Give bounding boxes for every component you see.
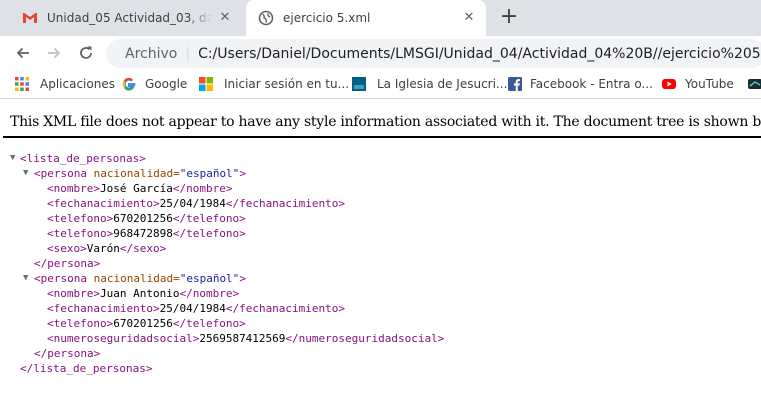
bookmark-facebook[interactable]: Facebook - Entra o... <box>507 75 653 93</box>
xml-element: <telefono>670201256</telefono> <box>47 211 246 226</box>
xml-style-notice: This XML file does not appear to have an… <box>10 114 761 130</box>
bookmark-label: Google <box>145 77 188 91</box>
xml-tag: </fechanacimiento> <box>225 302 346 315</box>
reload-button[interactable] <box>73 40 99 66</box>
url-separator: | <box>185 45 191 62</box>
collapse-triangle-icon[interactable]: ▼ <box>10 151 19 166</box>
tab-title: ejercicio 5.xml <box>283 11 371 25</box>
bookmark-church[interactable]: La Iglesia de Jesucri... <box>351 75 507 93</box>
xml-tag: </nombre> <box>172 182 233 195</box>
back-arrow-icon <box>16 47 29 59</box>
xml-tag: </lista_de_personas> <box>20 362 153 375</box>
bookmark-label: La Iglesia de Jesucri... <box>377 77 508 91</box>
xml-text: Varón <box>86 242 120 255</box>
xml-tag: <telefono> <box>47 317 114 330</box>
url-text[interactable]: C:/Users/Daniel/Documents/LMSGI/Unidad_0… <box>198 46 761 62</box>
forward-arrow-icon <box>48 47 61 59</box>
xml-text: 670201256 <box>113 317 173 330</box>
back-button[interactable] <box>10 40 36 66</box>
globe-icon <box>258 10 274 26</box>
tab-strip: Unidad_05 Actividad_03, daniel q ✕ ejerc… <box>0 0 761 36</box>
xml-tag: </numeroseguridadsocial> <box>285 332 445 345</box>
bookmark-youtube[interactable]: YouTube <box>661 75 734 93</box>
xml-tag: <lista_de_personas> <box>20 152 146 165</box>
xml-tag: <numeroseguridadsocial> <box>47 332 200 345</box>
xml-tag: </telefono> <box>172 212 246 225</box>
xml-tag: </persona> <box>34 257 101 270</box>
xml-text: 968472898 <box>113 227 173 240</box>
xml-text: Juan Antonio <box>99 287 180 300</box>
xml-text: 670201256 <box>113 212 173 225</box>
xml-attribute-name: nacionalidad= <box>86 272 180 285</box>
xml-tag: </fechanacimiento> <box>225 197 346 210</box>
divider <box>3 136 761 138</box>
bookmark-google[interactable]: Google <box>121 75 187 93</box>
xml-element: <telefono>968472898</telefono> <box>47 226 246 241</box>
church-icon <box>352 77 366 91</box>
xml-tag: <fechanacimiento> <box>47 197 160 210</box>
google-icon <box>122 77 136 91</box>
xml-viewer: This XML file does not appear to have an… <box>0 100 761 403</box>
url-scheme: Archivo <box>125 45 178 62</box>
xml-persona-open: <persona nacionalidad="español"> <box>34 166 246 181</box>
xml-tag: </sexo> <box>119 242 167 255</box>
xml-text: 2569587412569 <box>199 332 286 345</box>
collapse-triangle-icon[interactable]: ▼ <box>23 166 32 181</box>
new-tab-button[interactable]: + <box>498 6 520 29</box>
tab-title: Unidad_05 Actividad_03, daniel q <box>47 11 212 25</box>
xml-element: <fechanacimiento>25/04/1984</fechanacimi… <box>47 196 345 211</box>
xml-tag: </persona> <box>34 347 101 360</box>
xml-tag: <sexo> <box>47 242 87 255</box>
xml-element: <fechanacimiento>25/04/1984</fechanacimi… <box>47 301 345 316</box>
xml-text: José García <box>99 182 173 195</box>
apps-grid-icon <box>15 77 29 91</box>
tab-xml[interactable]: ejercicio 5.xml ✕ <box>246 0 486 36</box>
address-bar[interactable]: Archivo | C:/Users/Daniel/Documents/LMSG… <box>106 39 761 68</box>
close-tab-icon[interactable]: ✕ <box>216 9 234 27</box>
youtube-icon <box>662 79 676 89</box>
xml-persona-open: <persona nacionalidad="español"> <box>34 271 246 286</box>
xml-tag: > <box>239 167 246 180</box>
forward-button[interactable] <box>41 40 67 66</box>
xml-element: <nombre>José García</nombre> <box>47 181 232 196</box>
xml-attribute-value: "español" <box>179 167 240 180</box>
xml-element: <numeroseguridadsocial>2569587412569</nu… <box>47 331 444 346</box>
xml-tag: </telefono> <box>172 317 246 330</box>
xml-tag: </telefono> <box>172 227 246 240</box>
toolbar: Archivo | C:/Users/Daniel/Documents/LMSG… <box>0 36 761 69</box>
xml-tag: <persona <box>34 272 87 285</box>
xml-element: <nombre>Juan Antonio</nombre> <box>47 286 239 301</box>
bookmark-site-icon <box>748 79 761 89</box>
bookmark-label: YouTube <box>685 77 734 91</box>
facebook-icon <box>508 77 522 91</box>
microsoft-icon <box>199 77 213 91</box>
xml-tag: <persona <box>34 167 87 180</box>
close-tab-icon[interactable]: ✕ <box>460 9 478 27</box>
gmail-icon <box>23 13 37 23</box>
xml-attribute-name: nacionalidad= <box>86 167 180 180</box>
bookmark-label: Iniciar sesión en tu... <box>224 77 350 91</box>
xml-attribute-value: "español" <box>179 272 240 285</box>
bookmark-label: Facebook - Entra o... <box>530 77 653 91</box>
bookmark-overflow[interactable] <box>747 75 761 93</box>
xml-tag: <nombre> <box>47 182 100 195</box>
bookmarks-bar: Aplicaciones Google Iniciar sesión en tu… <box>0 69 761 99</box>
xml-tag: <nombre> <box>47 287 100 300</box>
xml-tag: > <box>239 272 246 285</box>
xml-element: <telefono>670201256</telefono> <box>47 316 246 331</box>
xml-tag: </nombre> <box>179 287 240 300</box>
collapse-triangle-icon[interactable]: ▼ <box>23 271 32 286</box>
reload-icon <box>80 46 92 59</box>
xml-tag: <telefono> <box>47 212 114 225</box>
bookmark-apps[interactable]: Aplicaciones <box>14 75 115 93</box>
xml-element: <sexo>Varón</sexo> <box>47 241 166 256</box>
xml-text: 25/04/1984 <box>159 197 226 210</box>
xml-tag: <telefono> <box>47 227 114 240</box>
xml-text: 25/04/1984 <box>159 302 226 315</box>
xml-tag: <fechanacimiento> <box>47 302 160 315</box>
tab-gmail[interactable]: Unidad_05 Actividad_03, daniel q ✕ <box>10 0 242 36</box>
bookmark-label: Aplicaciones <box>40 77 115 91</box>
bookmark-microsoft[interactable]: Iniciar sesión en tu... <box>198 75 349 93</box>
